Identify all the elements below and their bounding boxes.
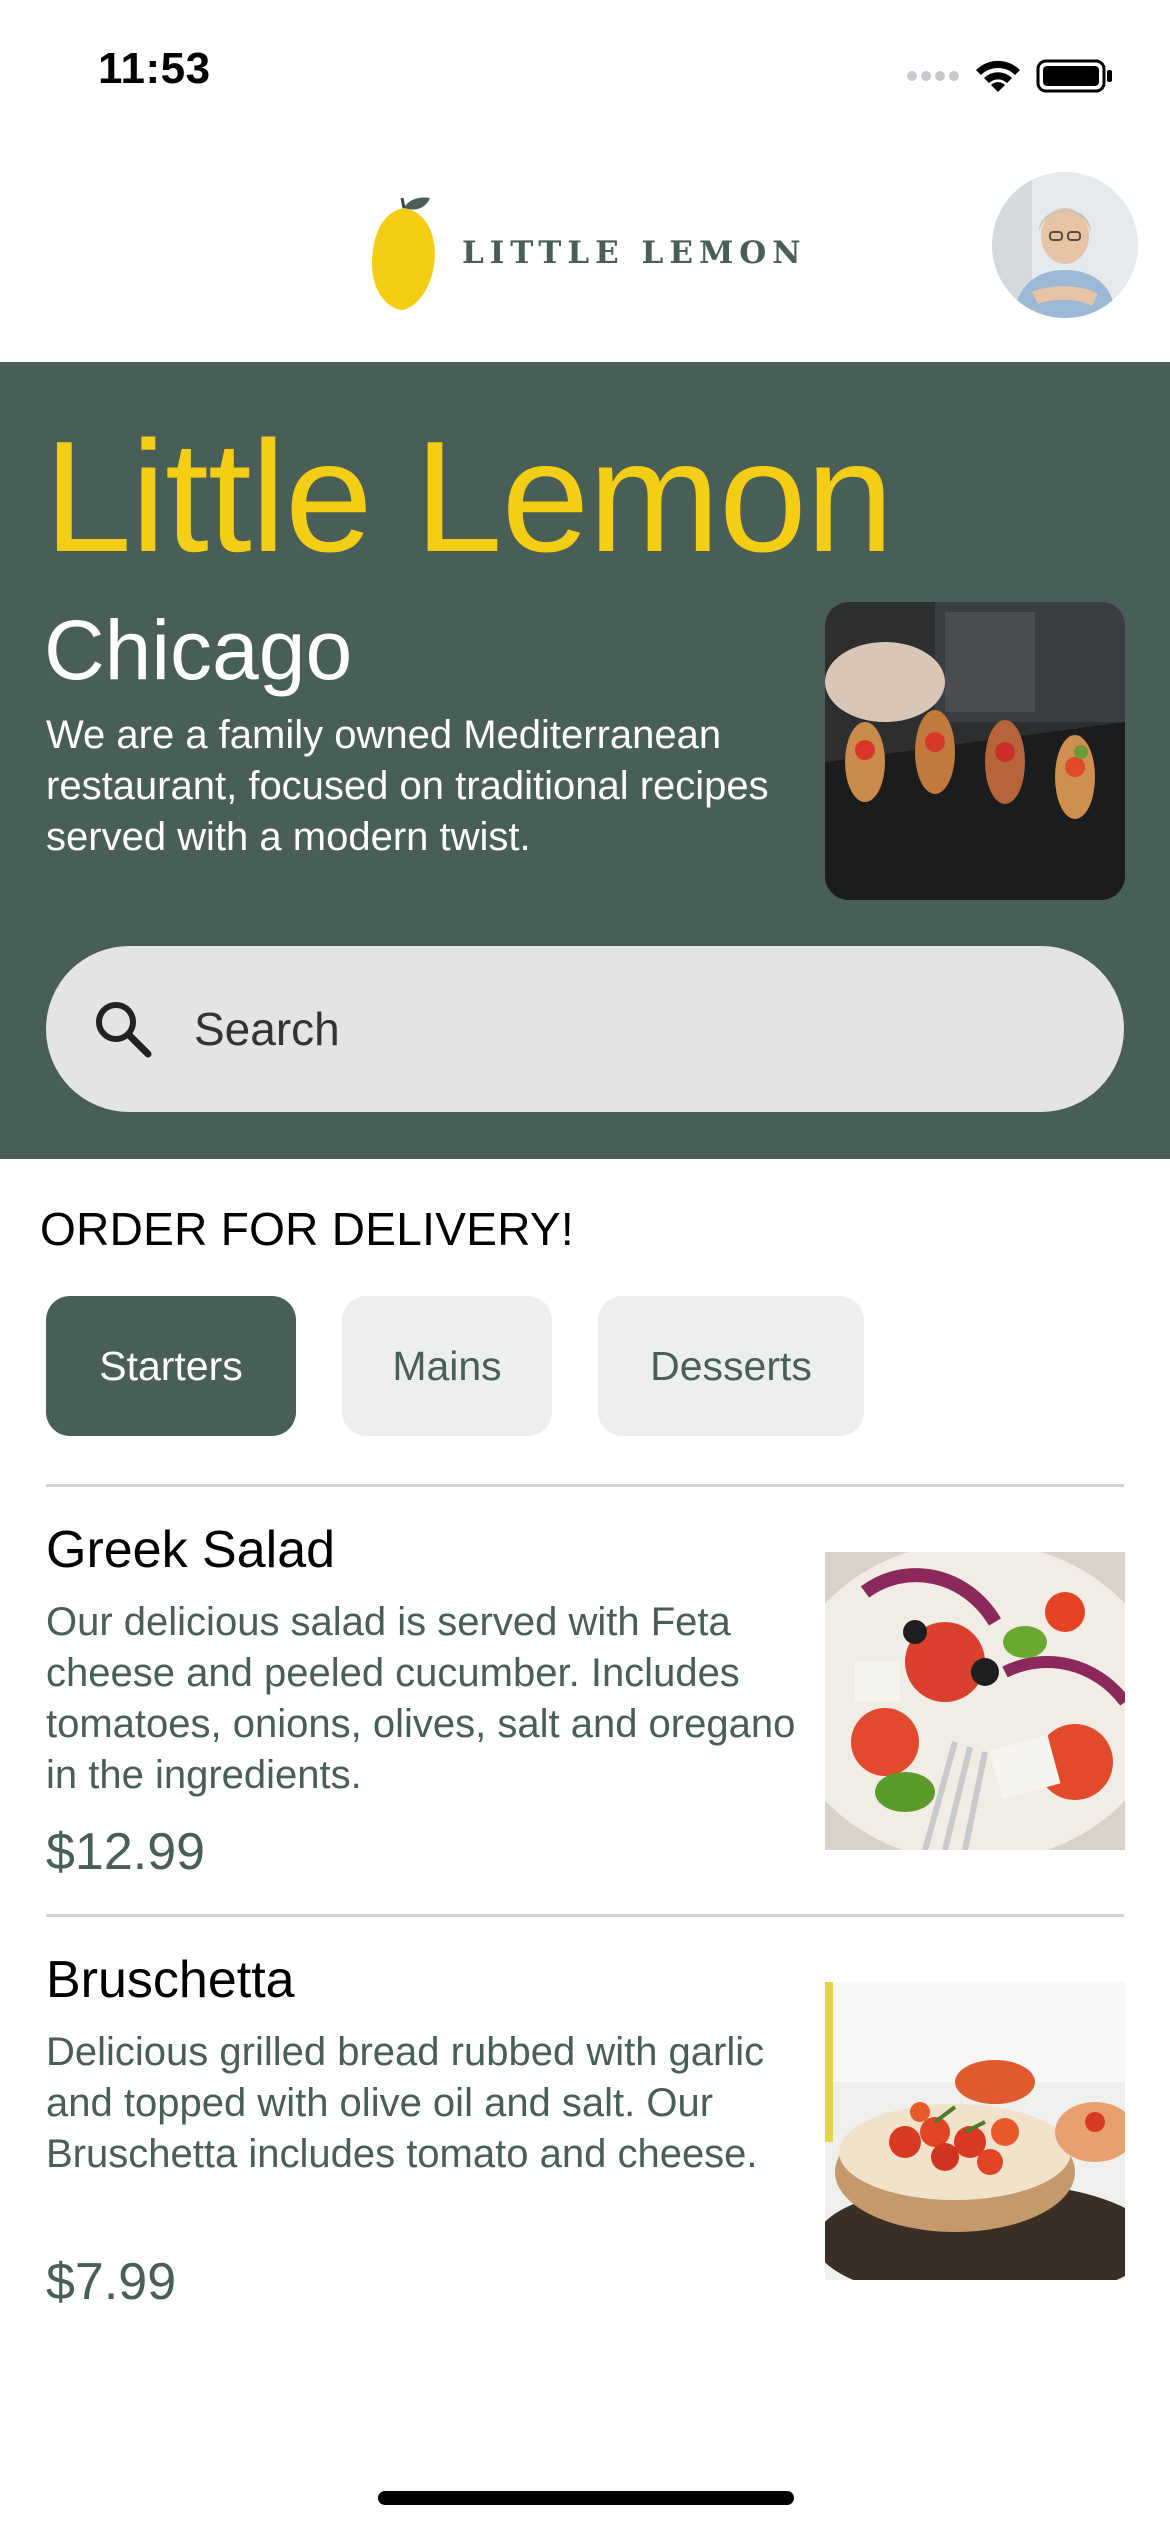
category-chip-mains[interactable]: Mains	[342, 1296, 552, 1436]
home-indicator	[378, 2491, 794, 2505]
divider	[46, 1484, 1124, 1487]
bruschetta-image	[825, 1982, 1125, 2280]
status-time: 11:53	[98, 44, 211, 93]
lemon-icon	[372, 197, 435, 310]
divider	[46, 1914, 1124, 1917]
category-chip-desserts[interactable]: Desserts	[598, 1296, 864, 1436]
hero-description: We are a family owned Mediterranean rest…	[46, 713, 769, 859]
search-placeholder: Search	[194, 1003, 340, 1055]
greek-salad-image	[825, 1552, 1125, 1850]
search-icon	[96, 1002, 152, 1058]
menu-item-image	[825, 1982, 1125, 2280]
hero-city: Chicago	[44, 603, 353, 697]
menu-item-price: $12.99	[46, 1823, 206, 1881]
wifi-icon	[976, 60, 1020, 92]
menu-item-description: Our delicious salad is served with Feta …	[46, 1600, 796, 1797]
menu-item-price: $7.99	[46, 2253, 177, 2311]
app-logo: LITTLE LEMON	[368, 188, 808, 318]
search-input[interactable]: Search	[46, 946, 1124, 1112]
category-chip-starters[interactable]: Starters	[46, 1296, 296, 1436]
status-icons	[906, 56, 1114, 96]
battery-icon	[1036, 59, 1112, 93]
menu-item-description: Delicious grilled bread rubbed with garl…	[46, 2030, 765, 2176]
menu-item-image	[825, 1552, 1125, 1850]
logo-text: LITTLE LEMON	[462, 235, 807, 271]
profile-avatar[interactable]	[992, 172, 1138, 318]
hero-food-image	[825, 602, 1125, 900]
cellular-signal-icon	[907, 71, 959, 81]
menu-item-name: Greek Salad	[46, 1521, 336, 1579]
hero-title: Little Lemon	[44, 409, 894, 585]
avatar-image	[992, 172, 1138, 318]
hero-image	[825, 602, 1125, 900]
menu-item-name: Bruschetta	[46, 1951, 295, 2009]
order-section-title: ORDER FOR DELIVERY!	[40, 1203, 574, 1255]
